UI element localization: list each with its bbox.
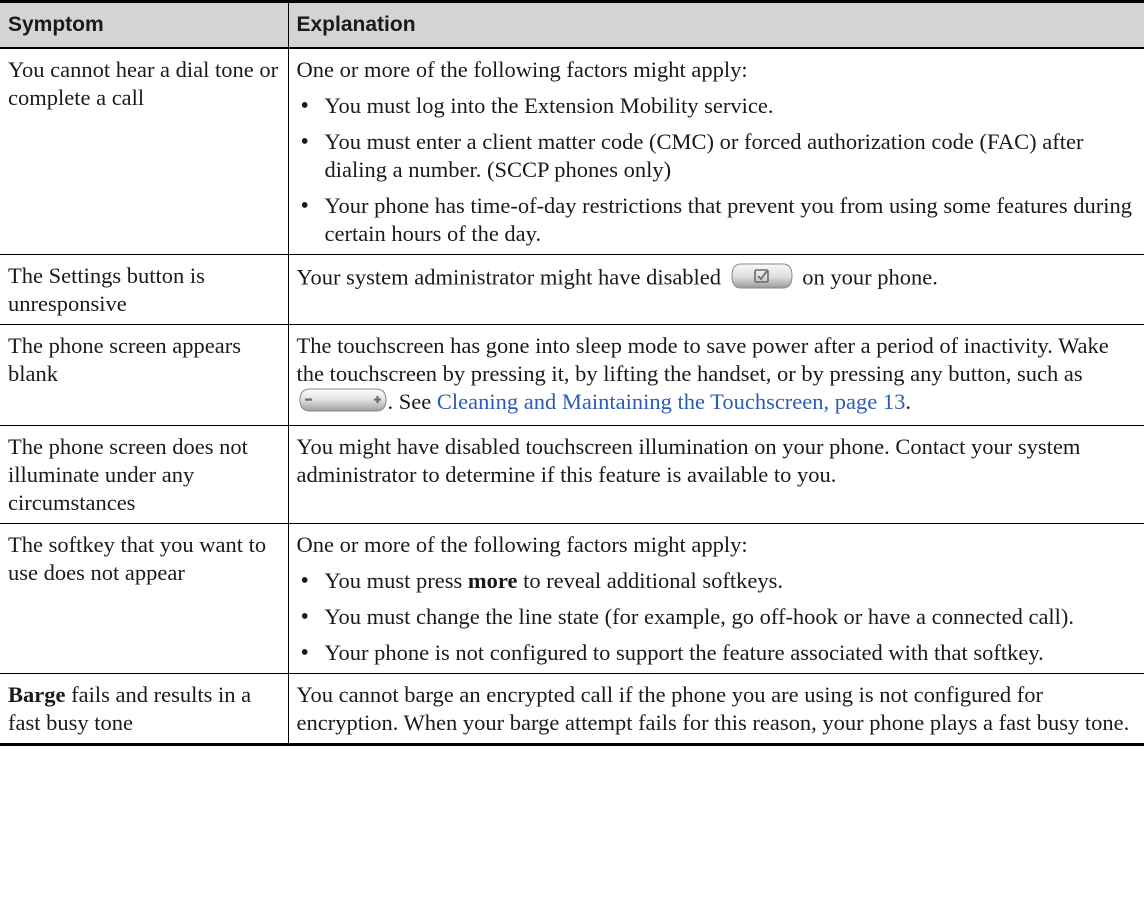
table-row: You cannot hear a dial tone or complete … [0, 48, 1144, 255]
settings-button-icon [731, 262, 793, 297]
symptom-cell: You cannot hear a dial tone or complete … [0, 48, 288, 255]
header-symptom: Symptom [0, 0, 288, 49]
list-item-text: You must press [324, 568, 468, 594]
symptom-cell: The phone screen does not illuminate und… [0, 425, 288, 525]
header-explanation: Explanation [287, 0, 1144, 49]
explanation-lead: One or more of the following factors mig… [296, 57, 748, 82]
symptom-cell: Barge fails and results in a fast busy t… [0, 673, 288, 747]
explanation-cell: One or more of the following factors mig… [287, 48, 1144, 255]
explanation-cell: The touchscreen has gone into sleep mode… [287, 324, 1144, 427]
table-header-row: Symptom Explanation [0, 0, 1144, 49]
explanation-text: on your phone. [802, 264, 938, 290]
explanation-text: The touchscreen has gone into sleep mode… [296, 333, 1109, 386]
volume-button-icon [298, 388, 387, 419]
explanation-cell: One or more of the following factors mig… [287, 523, 1144, 675]
list-item: You must press more to reveal additional… [297, 567, 1137, 595]
explanation-lead: One or more of the following factors mig… [296, 532, 748, 558]
list-item: You must enter a client matter code (CMC… [297, 128, 1137, 184]
factor-list: You must press more to reveal additional… [297, 567, 1137, 667]
symptom-cell: The softkey that you want to use does no… [0, 523, 288, 675]
barge-softkey-term: Barge [8, 682, 66, 708]
list-item: You must log into the Extension Mobility… [297, 92, 1137, 120]
list-item: You must change the line state (for exam… [297, 603, 1137, 631]
explanation-text: . [905, 389, 912, 414]
table-row: The Settings button is unresponsive Your… [0, 254, 1144, 325]
troubleshooting-table: Symptom Explanation You cannot hear a di… [0, 0, 1144, 747]
explanation-cell: You might have disabled touchscreen illu… [287, 425, 1144, 525]
explanation-cell: You cannot barge an encrypted call if th… [287, 673, 1144, 747]
more-softkey-term: more [467, 568, 518, 594]
symptom-cell: The Settings button is unresponsive [0, 254, 288, 325]
table-row: The softkey that you want to use does no… [0, 523, 1144, 675]
table-row: Barge fails and results in a fast busy t… [0, 673, 1144, 747]
factor-list: You must log into the Extension Mobility… [297, 92, 1137, 248]
explanation-text: . See [387, 389, 437, 414]
list-item-text: to reveal additional softkeys. [517, 568, 783, 594]
table-row: The phone screen does not illuminate und… [0, 425, 1144, 525]
table-row: The phone screen appears blank The touch… [0, 324, 1144, 427]
explanation-text: Your system administrator might have dis… [296, 264, 722, 290]
symptom-cell: The phone screen appears blank [0, 324, 288, 427]
cleaning-touchscreen-link[interactable]: Cleaning and Maintaining the Touchscreen… [437, 389, 906, 414]
explanation-cell: Your system administrator might have dis… [287, 254, 1144, 325]
list-item: Your phone is not configured to support … [297, 639, 1137, 667]
list-item: Your phone has time-of-day restrictions … [297, 192, 1137, 248]
